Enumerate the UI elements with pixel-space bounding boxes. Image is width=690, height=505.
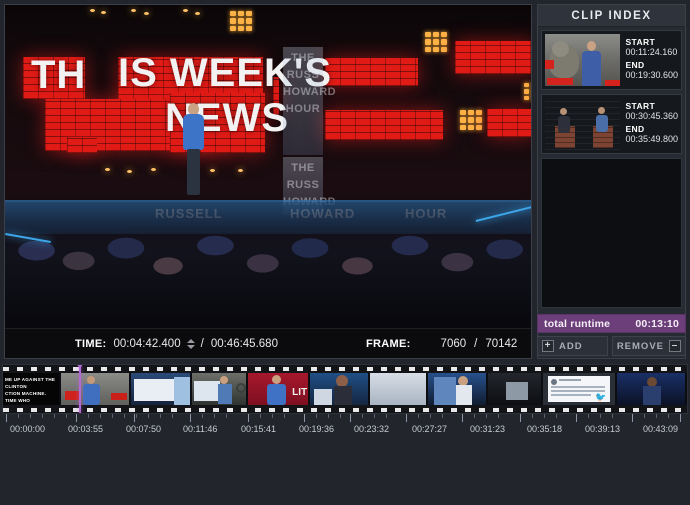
- filmstrip-frame[interactable]: [130, 373, 193, 405]
- frame-current[interactable]: 7060: [441, 338, 467, 350]
- clip-list[interactable]: START 00:11:24.160 END 00:19:30.600 STAR…: [538, 27, 685, 358]
- plus-icon: +: [542, 340, 554, 352]
- filmstrip-frame[interactable]: [60, 373, 131, 405]
- add-clip-button[interactable]: + ADD: [537, 336, 608, 356]
- clip-action-buttons: + ADD REMOVE –: [537, 336, 686, 356]
- clip-index-title: CLIP INDEX: [538, 5, 685, 27]
- timeline-playhead[interactable]: [74, 365, 86, 413]
- add-clip-label: ADD: [559, 340, 583, 352]
- led-brick-panel: [67, 137, 97, 153]
- led-brick-panel: [487, 109, 531, 137]
- frame-label: FRAME:: [365, 337, 411, 350]
- clip-start-label: START: [625, 37, 656, 47]
- ruler-label: 00:11:46: [183, 424, 218, 434]
- ruler-label: 00:19:36: [299, 424, 335, 434]
- stage-light-grid: [230, 11, 252, 31]
- filmstrip-frame[interactable]: [617, 373, 687, 405]
- bottom-toolbar: OSD >_ OpenMedia PlayMedia: [0, 444, 690, 505]
- filmstrip-frame[interactable]: [487, 373, 544, 405]
- presenter-figure: [183, 103, 205, 198]
- clip-index-panel: CLIP INDEX START 00:11:24.160 END 00:19:…: [537, 4, 686, 359]
- timeline-filmstrip[interactable]: ME UP AGAINST THE CLINTON CTION MACHINE.…: [2, 364, 688, 414]
- side-led-line: HOUR: [285, 103, 321, 115]
- headline-line-1: TH: [31, 53, 87, 97]
- ruler-label: 00:43:09: [643, 424, 679, 434]
- filmstrip-frame[interactable]: 🐦: [543, 373, 618, 405]
- remove-clip-label: REMOVE: [616, 340, 664, 352]
- ruler-label: 00:39:13: [585, 424, 621, 434]
- time-label: TIME:: [75, 337, 107, 350]
- time-status-bar: TIME: 00:04:42.400 / 00:46:45.680 FRAME:…: [5, 328, 531, 358]
- remove-clip-button[interactable]: REMOVE –: [611, 336, 686, 356]
- ruler-label: 00:23:32: [354, 424, 390, 434]
- timeline-ruler[interactable]: 00:00:00 00:03:55 00:07:50 00:11:46 00:1…: [2, 414, 688, 444]
- film-perforations-top: [3, 365, 687, 372]
- clip-list-item[interactable]: START 00:11:24.160 END 00:19:30.600: [541, 30, 682, 90]
- audience-crowd: [5, 202, 531, 330]
- side-led-line: RUSS: [286, 179, 320, 191]
- led-brick-panel: [455, 41, 531, 74]
- stage-light-grid: [425, 32, 447, 52]
- total-runtime-bar: total runtime 00:13:10: [537, 314, 686, 333]
- ruler-label: 00:31:23: [470, 424, 506, 434]
- time-separator: /: [200, 337, 204, 350]
- clip-times: START 00:11:24.160 END 00:19:30.600: [620, 34, 678, 86]
- frame-overlay-text: LIT: [292, 387, 308, 398]
- clip-start-value: 00:11:24.160: [625, 47, 678, 57]
- ruler-label: 00:15:41: [241, 424, 277, 434]
- runtime-label: total runtime: [544, 317, 611, 330]
- frame-total: 70142: [485, 337, 518, 350]
- video-preview-panel[interactable]: TH IS WEEK'S NEWS THE RUSS HOWARD HOUR T…: [4, 4, 532, 359]
- clip-start-label: START: [625, 101, 656, 111]
- filmstrip-frame[interactable]: ME UP AGAINST THE CLINTON CTION MACHINE.…: [3, 373, 61, 405]
- minus-icon: –: [669, 340, 681, 352]
- side-led-line: THE: [291, 52, 315, 64]
- ruler-label: 00:03:55: [68, 424, 104, 434]
- clip-end-value: 00:35:49.800: [625, 134, 678, 144]
- frame-separator: /: [474, 337, 478, 350]
- clip-end-value: 00:19:30.600: [625, 70, 678, 80]
- clip-times: START 00:30:45.360 END 00:35:49.800: [620, 98, 678, 150]
- ruler-label: 00:27:27: [412, 424, 448, 434]
- frame-caption-line: CTION MACHINE. TIME WHO: [5, 391, 47, 403]
- video-frame: TH IS WEEK'S NEWS THE RUSS HOWARD HOUR T…: [5, 5, 531, 330]
- led-brick-panel: [325, 58, 418, 86]
- clip-list-item[interactable]: START 00:30:45.360 END 00:35:49.800: [541, 94, 682, 154]
- filmstrip-frame[interactable]: [369, 373, 428, 405]
- clip-thumbnail: [545, 34, 621, 86]
- clip-start-value: 00:30:45.360: [625, 111, 678, 121]
- ruler-label: 00:07:50: [126, 424, 162, 434]
- side-led-line: HOWARD: [283, 86, 337, 98]
- app-window: TH IS WEEK'S NEWS THE RUSS HOWARD HOUR T…: [0, 0, 690, 505]
- led-brick-panel: [325, 110, 443, 140]
- side-led-line: RUSS: [286, 69, 320, 81]
- time-total: 00:46:45.680: [210, 337, 278, 350]
- clip-list-empty-area[interactable]: [541, 158, 682, 308]
- clip-thumbnail: [545, 98, 621, 150]
- filmstrip-frames: ME UP AGAINST THE CLINTON CTION MACHINE.…: [3, 373, 687, 405]
- filmstrip-frame[interactable]: [427, 373, 488, 405]
- frame-caption-line: ME UP AGAINST THE CLINTON: [5, 377, 56, 389]
- ruler-label: 00:35:18: [527, 424, 563, 434]
- clip-end-label: END: [625, 124, 645, 134]
- film-perforations-bottom: [3, 406, 687, 413]
- time-current[interactable]: 00:04:42.400: [113, 338, 180, 350]
- time-stepper[interactable]: [186, 338, 195, 349]
- clip-end-label: END: [625, 60, 645, 70]
- filmstrip-frame[interactable]: [310, 373, 370, 405]
- side-led-panel: THE RUSS HOWARD HOUR: [283, 47, 337, 155]
- runtime-value: 00:13:10: [635, 317, 679, 330]
- stage-light-grid: [460, 110, 482, 130]
- frame-caption-line: O SEPARATE COVER STORI: [5, 404, 59, 405]
- filmstrip-frame[interactable]: [192, 373, 249, 405]
- stage-light-grid: [524, 83, 531, 100]
- filmstrip-frame[interactable]: LIT: [248, 373, 311, 405]
- ruler-label: 00:00:00: [10, 424, 46, 434]
- side-led-line: THE: [291, 162, 315, 174]
